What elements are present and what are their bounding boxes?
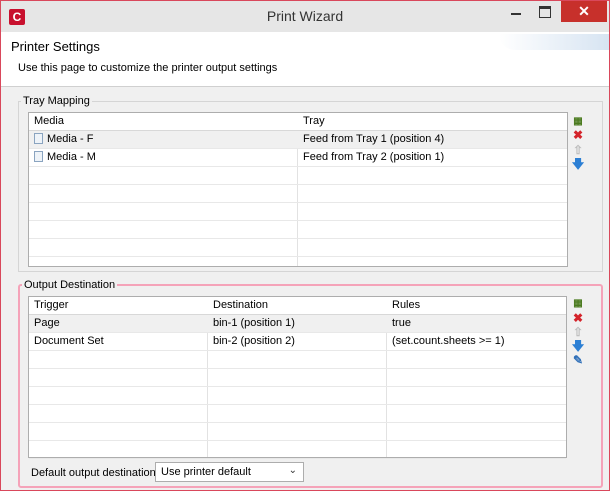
- wizard-header: Printer Settings Use this page to custom…: [1, 32, 609, 87]
- print-wizard-window: C Print Wizard ✕ Printer Settings Use th…: [0, 0, 610, 491]
- selected-value: Use printer default: [161, 466, 251, 478]
- delete-icon[interactable]: ✖: [571, 128, 585, 142]
- column-header-media[interactable]: Media: [29, 113, 296, 130]
- column-header-tray[interactable]: Tray: [298, 113, 565, 130]
- table-header-row: Media Tray: [29, 113, 567, 131]
- media-cell[interactable]: Media - M: [29, 149, 296, 166]
- file-icon: [34, 151, 43, 162]
- table-row[interactable]: Media - F Feed from Tray 1 (position 4): [29, 131, 567, 149]
- maximize-button[interactable]: [532, 1, 558, 22]
- add-icon[interactable]: ▦: [571, 297, 585, 311]
- empty-row: [29, 405, 566, 423]
- empty-row: [29, 369, 566, 387]
- destination-cell[interactable]: bin-2 (position 2): [208, 333, 385, 350]
- header-banner-graphic: [499, 34, 609, 50]
- empty-row: [29, 351, 566, 369]
- file-icon: [34, 133, 43, 144]
- output-destination-legend: Output Destination: [24, 279, 116, 291]
- delete-icon[interactable]: ✖: [571, 311, 585, 325]
- title-bar[interactable]: C Print Wizard ✕: [1, 1, 609, 32]
- column-header-destination[interactable]: Destination: [208, 297, 385, 314]
- tray-mapping-legend: Tray Mapping: [23, 95, 90, 107]
- tray-cell[interactable]: Feed from Tray 1 (position 4): [298, 131, 565, 148]
- media-cell[interactable]: Media - F: [29, 131, 296, 148]
- empty-row: [29, 387, 566, 405]
- column-header-rules[interactable]: Rules: [387, 297, 564, 314]
- edit-icon[interactable]: ✎: [571, 353, 585, 367]
- rules-cell[interactable]: (set.count.sheets >= 1): [387, 333, 564, 350]
- table-row[interactable]: Media - M Feed from Tray 2 (position 1): [29, 149, 567, 167]
- empty-row: [29, 185, 567, 203]
- empty-row: [29, 167, 567, 185]
- tray-mapping-table[interactable]: Media Tray Media - F Feed from Tray 1 (p…: [28, 112, 568, 267]
- chevron-down-icon: ⌄: [288, 465, 297, 476]
- trigger-cell[interactable]: Page: [29, 315, 206, 332]
- column-header-trigger[interactable]: Trigger: [29, 297, 206, 314]
- table-header-row: Trigger Destination Rules: [29, 297, 566, 315]
- page-description: Use this page to customize the printer o…: [18, 62, 278, 74]
- rules-cell[interactable]: true: [387, 315, 564, 332]
- media-name: Media - F: [47, 133, 94, 145]
- tray-cell[interactable]: Feed from Tray 2 (position 1): [298, 149, 565, 166]
- empty-row: [29, 239, 567, 257]
- trigger-cell[interactable]: Document Set: [29, 333, 206, 350]
- default-output-destination-label: Default output destination:: [31, 467, 159, 479]
- move-up-icon[interactable]: ⇧: [571, 325, 585, 339]
- table-row[interactable]: Page bin-1 (position 1) true: [29, 315, 566, 333]
- output-destination-table[interactable]: Trigger Destination Rules Page bin-1 (po…: [28, 296, 567, 459]
- minimize-button[interactable]: [503, 1, 529, 22]
- empty-row: [29, 221, 567, 239]
- empty-row: [29, 423, 566, 441]
- media-name: Media - M: [47, 151, 96, 163]
- empty-row: [29, 203, 567, 221]
- empty-row: [29, 441, 566, 459]
- move-up-icon[interactable]: ⇧: [571, 143, 585, 157]
- move-down-icon[interactable]: 🡇: [571, 339, 585, 353]
- page-title: Printer Settings: [11, 39, 100, 54]
- close-button[interactable]: ✕: [561, 1, 607, 22]
- add-icon[interactable]: ▦: [571, 115, 585, 129]
- destination-cell[interactable]: bin-1 (position 1): [208, 315, 385, 332]
- table-row[interactable]: Document Set bin-2 (position 2) (set.cou…: [29, 333, 566, 351]
- default-output-destination-select[interactable]: Use printer default ⌄: [155, 462, 304, 482]
- move-down-icon[interactable]: 🡇: [571, 157, 585, 171]
